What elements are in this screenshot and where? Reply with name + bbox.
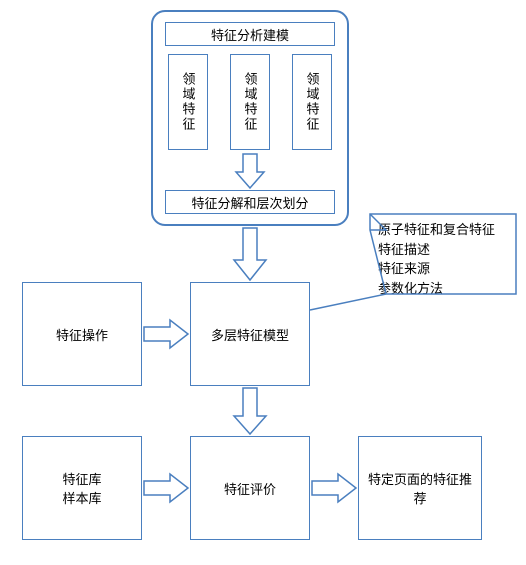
callout-line-4: 参数化方法 xyxy=(378,279,508,299)
callout-line-1: 原子特征和复合特征 xyxy=(378,220,508,240)
model-callout: 原子特征和复合特征 特征描述 特征来源 参数化方法 xyxy=(370,214,516,304)
feature-analysis-header: 特征分析建模 xyxy=(165,22,335,46)
label: 特定页面的特征推荐 xyxy=(359,469,481,507)
domain-feature-1: 领域特征 xyxy=(168,54,208,150)
arrow-library-to-eval xyxy=(144,474,188,502)
label: 特征库 样本库 xyxy=(62,469,101,507)
feature-decomposition: 特征分解和层次划分 xyxy=(165,190,335,214)
domain-feature-3: 领域特征 xyxy=(292,54,332,150)
multilayer-feature-model: 多层特征模型 xyxy=(190,282,310,386)
label: 特征操作 xyxy=(56,325,108,344)
arrow-eval-to-recommend xyxy=(312,474,356,502)
label: 特征分解和层次划分 xyxy=(191,193,308,212)
label: 多层特征模型 xyxy=(211,325,289,344)
label: 领域特征 xyxy=(303,72,322,132)
label: 特征评价 xyxy=(224,479,276,498)
callout-line-3: 特征来源 xyxy=(378,259,508,279)
feature-sample-library: 特征库 样本库 xyxy=(22,436,142,540)
label: 领域特征 xyxy=(179,72,198,132)
callout-line-2: 特征描述 xyxy=(378,240,508,260)
feature-operation: 特征操作 xyxy=(22,282,142,386)
arrow-model-to-eval xyxy=(234,388,266,434)
label: 领域特征 xyxy=(241,72,260,132)
arrow-operation-to-model xyxy=(144,320,188,348)
domain-feature-2: 领域特征 xyxy=(230,54,270,150)
page-feature-recommend: 特定页面的特征推荐 xyxy=(358,436,482,540)
feature-evaluation: 特征评价 xyxy=(190,436,310,540)
label: 特征分析建模 xyxy=(211,25,289,44)
arrow-group-to-model xyxy=(234,228,266,280)
